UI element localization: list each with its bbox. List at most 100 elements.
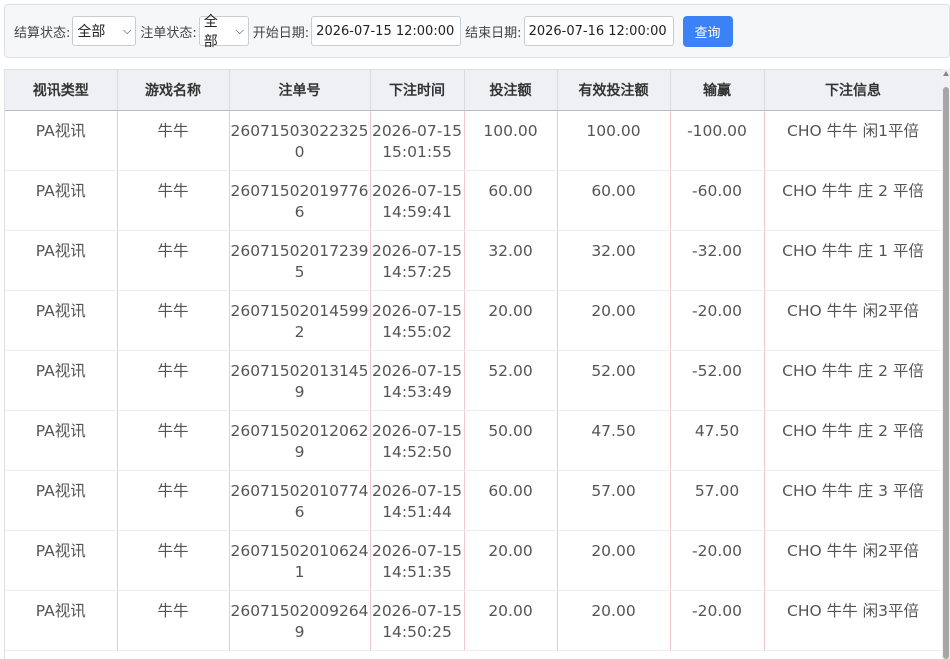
cell-bet-amount: 60.00	[464, 170, 558, 231]
cell-game-name: 牛牛	[117, 410, 230, 471]
cell-win-loss: 57.00	[670, 470, 765, 531]
cell-bet-time: 2026-07-15 14:59:41	[370, 170, 465, 231]
cell-bet-info: CHO 牛牛 庄 2 平倍	[764, 170, 943, 231]
cell-bet-info: CHO 牛牛 庄 2 平倍	[764, 410, 943, 471]
start-date-input[interactable]: 2026-07-15 12:00:00	[311, 16, 462, 46]
bet-status-label: 注单状态:	[140, 25, 197, 41]
cell-bet-amount: 20.00	[464, 530, 558, 591]
chevron-down-icon: ⌵	[123, 24, 132, 37]
table-body: PA视讯 牛牛 260715030223250 2026-07-15 15:01:55…	[5, 110, 943, 651]
cell-video-type: PA视讯	[5, 590, 118, 651]
cell-bet-info: CHO 牛牛 庄 1 平倍	[764, 230, 943, 291]
cell-video-type: PA视讯	[5, 170, 118, 231]
cell-bet-time: 2026-07-15 14:53:49	[370, 350, 465, 411]
table-row: PA视讯 牛牛 260715020092649 2026-07-15 14:50:25…	[5, 590, 943, 651]
table-row: PA视讯 牛牛 260715020131459 2026-07-15 14:53:49…	[5, 350, 943, 411]
bet-status-value: 全部	[203, 14, 218, 50]
cell-bet-id: 260715020120629	[229, 410, 371, 471]
cell-win-loss: -20.00	[670, 290, 765, 351]
start-date-label: 开始日期:	[252, 25, 310, 41]
table-row: PA视讯 牛牛 260715020106241 2026-07-15 14:51:35…	[5, 530, 943, 591]
cell-bet-info: CHO 牛牛 闲1平倍	[764, 110, 943, 171]
cell-game-name: 牛牛	[117, 110, 230, 171]
header-bet-time: 下注时间	[370, 70, 465, 111]
cell-bet-info: CHO 牛牛 闲3平倍	[764, 590, 943, 651]
cell-video-type: PA视讯	[5, 230, 118, 291]
cell-bet-id: 260715020197766	[229, 170, 371, 231]
cell-bet-id: 260715020106241	[229, 530, 371, 591]
cell-bet-amount: 60.00	[464, 470, 558, 531]
header-bet-id: 注单号	[229, 70, 371, 111]
cell-bet-info: CHO 牛牛 庄 2 平倍	[764, 350, 943, 411]
header-valid-bet: 有效投注额	[557, 70, 671, 111]
table-row: PA视讯 牛牛 260715020145992 2026-07-15 14:55:02…	[5, 290, 943, 351]
settle-status-value: 全部	[77, 24, 106, 40]
end-date-input[interactable]: 2026-07-16 12:00:00	[523, 16, 674, 46]
cell-bet-id: 260715020092649	[229, 590, 371, 651]
cell-bet-info: CHO 牛牛 闲2平倍	[764, 290, 943, 351]
table-row: PA视讯 牛牛 260715020120629 2026-07-15 14:52:50…	[5, 410, 943, 471]
cell-bet-id: 260715020172395	[229, 230, 371, 291]
cell-valid-bet: 100.00	[557, 110, 671, 171]
cell-bet-amount: 100.00	[464, 110, 558, 171]
cell-valid-bet: 20.00	[557, 590, 671, 651]
cell-bet-time: 2026-07-15 14:57:25	[370, 230, 465, 291]
cell-bet-id: 260715020145992	[229, 290, 371, 351]
cell-bet-time: 2026-07-15 14:51:35	[370, 530, 465, 591]
bet-status-select[interactable]: 全部 ⌵	[198, 14, 249, 50]
scroll-up-arrow-icon[interactable]	[943, 71, 949, 76]
cell-bet-amount: 20.00	[464, 290, 558, 351]
cell-game-name: 牛牛	[117, 470, 230, 531]
scrollbar-thumb[interactable]	[943, 87, 949, 659]
cell-video-type: PA视讯	[5, 350, 118, 411]
cell-game-name: 牛牛	[117, 290, 230, 351]
cell-valid-bet: 52.00	[557, 350, 671, 411]
cell-bet-id: 260715020131459	[229, 350, 371, 411]
cell-win-loss: -20.00	[670, 530, 765, 591]
settle-status-select[interactable]: 全部 ⌵	[72, 16, 137, 46]
filter-bar: 结算状态: 全部 ⌵ 注单状态: 全部 ⌵ 开始日期: 2026-07-15 1…	[4, 4, 950, 58]
cell-game-name: 牛牛	[117, 170, 230, 231]
cell-game-name: 牛牛	[117, 350, 230, 411]
table-header-row: 视讯类型 游戏名称 注单号 下注时间 投注额 有效投注额 输赢 下注信息	[5, 70, 943, 111]
header-game-name: 游戏名称	[117, 70, 230, 111]
cell-video-type: PA视讯	[5, 290, 118, 351]
header-bet-amount: 投注额	[464, 70, 558, 111]
cell-bet-amount: 20.00	[464, 590, 558, 651]
cell-video-type: PA视讯	[5, 470, 118, 531]
cell-game-name: 牛牛	[117, 590, 230, 651]
cell-win-loss: 47.50	[670, 410, 765, 471]
cell-bet-amount: 50.00	[464, 410, 558, 471]
query-button[interactable]: 查询	[682, 15, 733, 47]
table-row: PA视讯 牛牛 260715020197766 2026-07-15 14:59:41…	[5, 170, 943, 231]
cell-valid-bet: 20.00	[557, 530, 671, 591]
cell-bet-id: 260715030223250	[229, 110, 371, 171]
cell-bet-time: 2026-07-15 15:01:55	[370, 110, 465, 171]
cell-video-type: PA视讯	[5, 110, 118, 171]
cell-bet-info: CHO 牛牛 闲2平倍	[764, 530, 943, 591]
cell-valid-bet: 20.00	[557, 290, 671, 351]
cell-win-loss: -52.00	[670, 350, 765, 411]
cell-win-loss: -100.00	[670, 110, 765, 171]
vertical-scrollbar[interactable]	[942, 69, 950, 659]
cell-bet-time: 2026-07-15 14:55:02	[370, 290, 465, 351]
cell-valid-bet: 32.00	[557, 230, 671, 291]
table-row: PA视讯 牛牛 260715020172395 2026-07-15 14:57:25…	[5, 230, 943, 291]
cell-win-loss: -60.00	[670, 170, 765, 231]
cell-bet-time: 2026-07-15 14:52:50	[370, 410, 465, 471]
cell-valid-bet: 60.00	[557, 170, 671, 231]
cell-win-loss: -32.00	[670, 230, 765, 291]
cell-bet-info: CHO 牛牛 庄 3 平倍	[764, 470, 943, 531]
bet-records-table: 视讯类型 游戏名称 注单号 下注时间 投注额 有效投注额 输赢 下注信息 PA视讯 牛牛 2607…	[4, 69, 950, 659]
table-row: PA视讯 牛牛 260715030223250 2026-07-15 15:01:55…	[5, 110, 943, 171]
header-video-type: 视讯类型	[5, 70, 118, 111]
chevron-down-icon: ⌵	[235, 24, 244, 37]
cell-game-name: 牛牛	[117, 530, 230, 591]
header-bet-info: 下注信息	[764, 70, 943, 111]
cell-valid-bet: 47.50	[557, 410, 671, 471]
cell-bet-time: 2026-07-15 14:50:25	[370, 590, 465, 651]
table-row: PA视讯 牛牛 260715020107746 2026-07-15 14:51:44…	[5, 470, 943, 531]
cell-video-type: PA视讯	[5, 410, 118, 471]
cell-valid-bet: 57.00	[557, 470, 671, 531]
cell-game-name: 牛牛	[117, 230, 230, 291]
